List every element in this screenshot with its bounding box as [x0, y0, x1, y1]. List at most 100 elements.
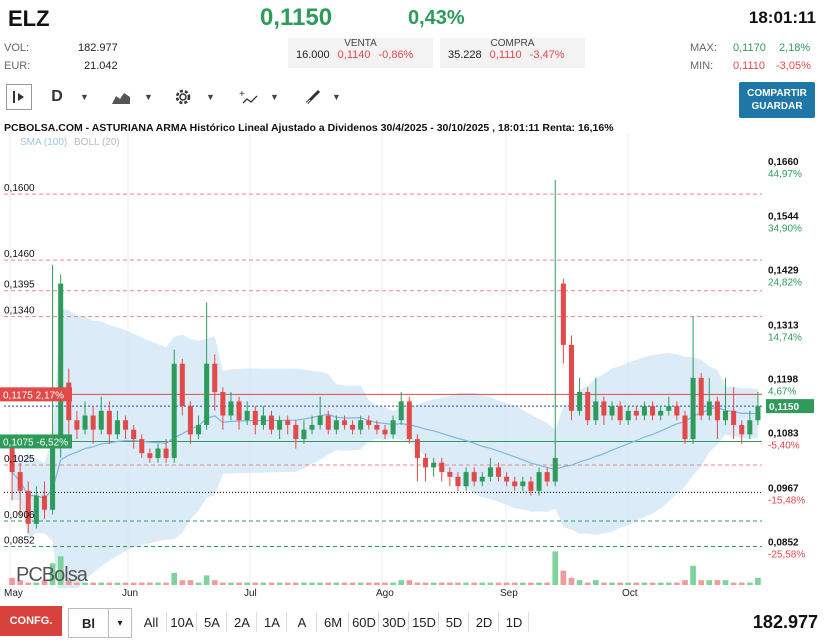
save-label: GUARDAR: [751, 101, 803, 112]
volume-bar: [682, 580, 688, 585]
right-axis-pct: -25,58%: [768, 550, 805, 561]
candle-body: [641, 406, 647, 416]
candle-body: [609, 406, 615, 416]
chevron-down-icon[interactable]: ▼: [206, 92, 215, 102]
toggle-panel-icon[interactable]: [6, 84, 32, 110]
period-selector[interactable]: D: [44, 84, 70, 110]
range-separator: [286, 612, 287, 632]
candle-body: [682, 415, 688, 440]
volume-bar: [374, 582, 380, 585]
volume-bar: [292, 582, 299, 585]
volume-bar: [447, 582, 453, 585]
level-label: 0,1075 -6,52%: [3, 437, 68, 448]
volume-bar: [284, 582, 291, 585]
last-price: 0,1150: [260, 4, 333, 31]
last-update-time: 18:01:11: [748, 8, 816, 27]
volume-bar: [276, 582, 283, 585]
range-button-5a[interactable]: 5A: [198, 610, 226, 634]
volume-bar: [609, 582, 615, 585]
candle-body: [487, 467, 493, 477]
candle-body: [268, 415, 275, 430]
chevron-down-icon[interactable]: ▾: [108, 609, 131, 637]
share-save-button[interactable]: COMPARTIR GUARDAR: [739, 82, 815, 118]
range-button-5d[interactable]: 5D: [440, 610, 468, 634]
price-chart[interactable]: 0,1600 0,1460 0,1395 0,1340 0,1175 2,17% 0,10…: [0, 133, 830, 588]
chart-type-icon[interactable]: [108, 84, 134, 110]
mode-select[interactable]: Bl ▾: [68, 608, 132, 638]
range-button-1a[interactable]: 1A: [258, 610, 286, 634]
candle-body: [147, 453, 153, 458]
candle-body: [90, 415, 96, 430]
candle-body: [536, 472, 542, 491]
candle-body: [187, 406, 193, 435]
min-pct: -3,05%: [776, 60, 811, 72]
candle-body: [325, 415, 331, 430]
volume-bar: [187, 580, 194, 585]
range-button-15d[interactable]: 15D: [410, 610, 438, 634]
range-button-60d[interactable]: 60D: [350, 610, 378, 634]
range-button-a[interactable]: A: [288, 610, 316, 634]
volume-bar: [519, 582, 526, 585]
candle-body: [593, 401, 599, 421]
candle-body: [260, 415, 266, 425]
compra-qty: 35.228: [448, 49, 482, 61]
range-button-all[interactable]: All: [136, 610, 166, 634]
candle-body: [406, 401, 412, 440]
right-axis-pct: 24,82%: [768, 278, 802, 289]
chevron-down-icon[interactable]: ▼: [332, 92, 341, 102]
volume-bar: [560, 570, 567, 585]
candle-body: [220, 391, 226, 416]
range-button-10a[interactable]: 10A: [168, 610, 196, 634]
range-button-2a[interactable]: 2A: [228, 610, 256, 634]
right-axis-pct: -5,40%: [768, 441, 800, 452]
range-button-1d[interactable]: 1D: [500, 610, 528, 634]
volume-bar: [722, 580, 729, 585]
range-button-30d[interactable]: 30D: [380, 610, 408, 634]
candle-body: [512, 481, 518, 487]
candle-body: [739, 424, 745, 435]
candle-body: [568, 344, 574, 411]
volume-bar: [309, 582, 315, 585]
draw-tool-icon[interactable]: [300, 84, 326, 110]
volume-bar: [738, 582, 745, 585]
candle-body: [723, 410, 729, 421]
gear-icon[interactable]: [170, 84, 196, 110]
chevron-down-icon[interactable]: ▼: [270, 92, 279, 102]
right-axis-price: 0,1429: [768, 266, 799, 277]
candle-body: [350, 424, 356, 430]
indicators-icon[interactable]: +: [236, 84, 262, 110]
candle-body: [212, 363, 218, 392]
watermark-logo: PCBolsa: [16, 564, 88, 586]
volume-bar: [114, 582, 121, 585]
volume-bar: [228, 582, 234, 585]
candle-body: [585, 391, 591, 421]
range-separator: [378, 612, 379, 632]
candle-body: [131, 429, 137, 440]
candle-body: [228, 401, 234, 416]
chevron-down-icon[interactable]: ▼: [144, 92, 153, 102]
volume-bar: [130, 582, 137, 585]
range-separator: [226, 612, 227, 632]
range-separator: [438, 612, 439, 632]
candle-body: [690, 377, 696, 440]
x-month-label: Oct: [622, 588, 638, 599]
candle-body: [252, 410, 258, 425]
max-label: MAX:: [690, 42, 717, 54]
volume-value: 182.977: [78, 42, 118, 54]
volume-bar: [657, 582, 664, 585]
range-button-6m[interactable]: 6M: [318, 610, 348, 634]
volume-bar: [617, 582, 623, 585]
x-month-label: Jun: [122, 588, 139, 599]
candle-body: [625, 410, 631, 421]
volume-bar: [325, 582, 332, 585]
candle-body: [196, 424, 202, 435]
config-button[interactable]: CONFG.: [0, 606, 62, 636]
candle-body: [658, 410, 664, 416]
volume-bar: [155, 582, 161, 585]
candle-body: [50, 443, 56, 510]
chevron-down-icon[interactable]: ▼: [80, 92, 89, 102]
volume-bar: [179, 580, 186, 585]
range-separator: [256, 612, 257, 632]
range-button-2d[interactable]: 2D: [470, 610, 498, 634]
candle-body: [544, 472, 550, 482]
